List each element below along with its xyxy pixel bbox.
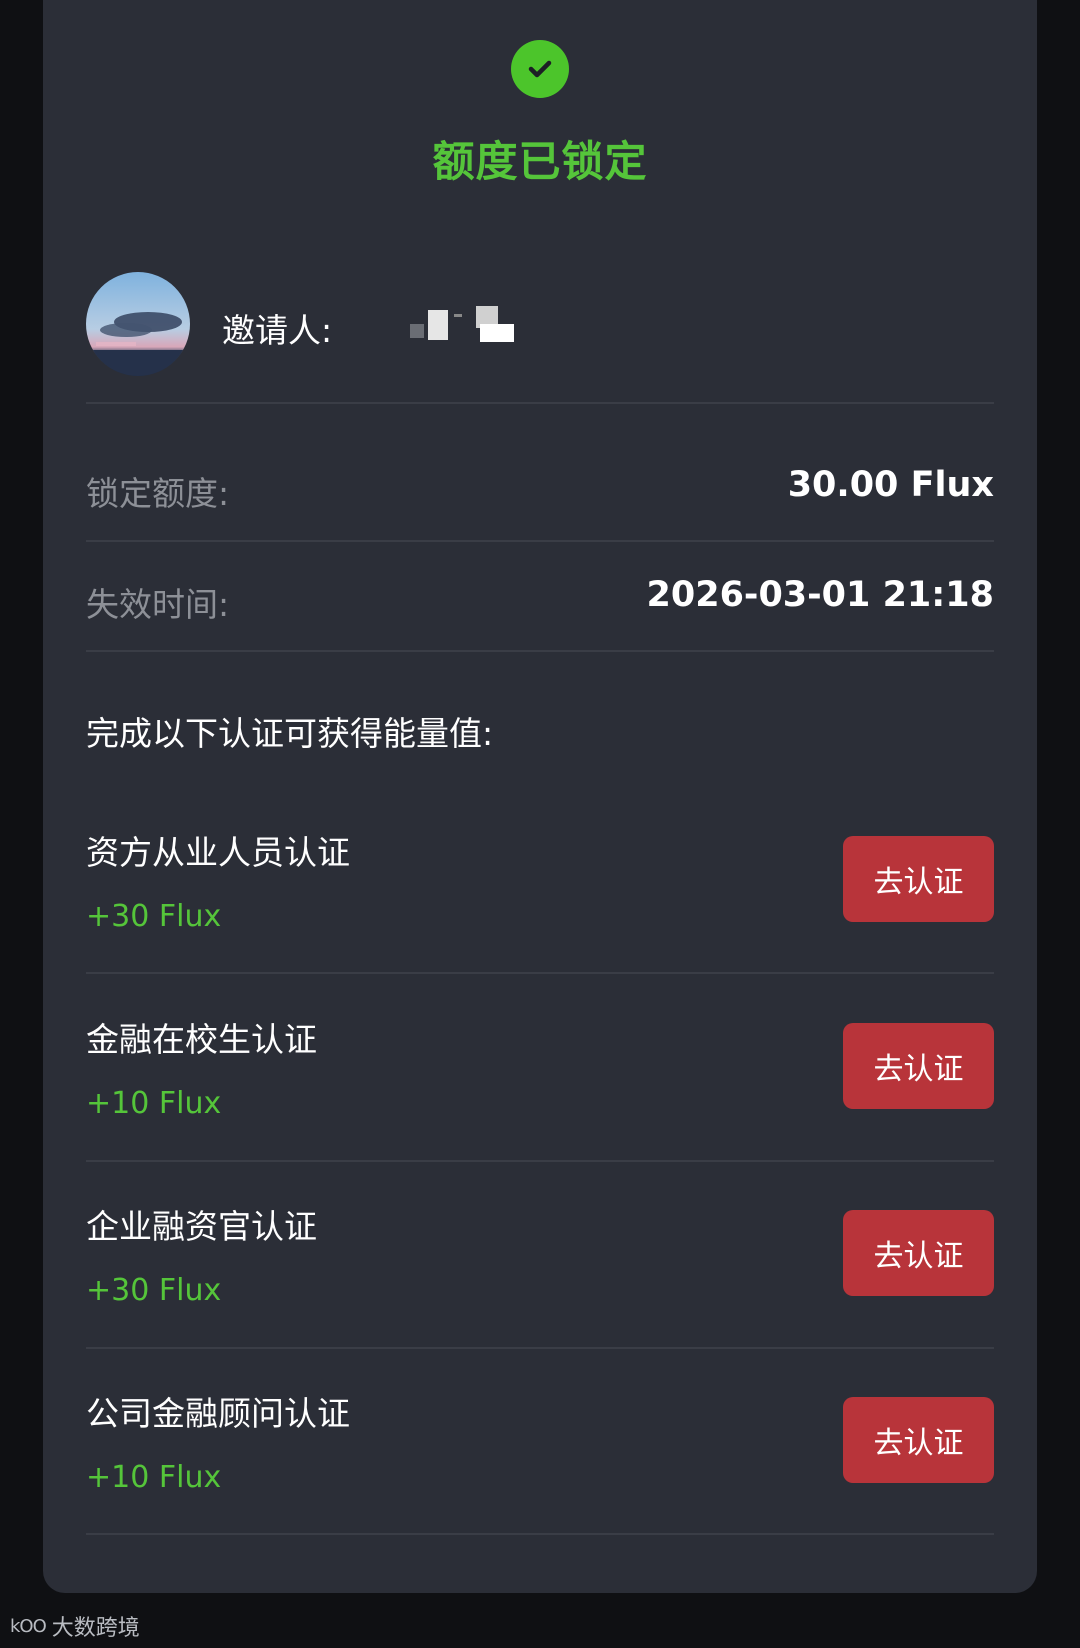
divider: [86, 1347, 994, 1349]
cert-reward: +30 Flux: [86, 1273, 222, 1308]
watermark-logo: kOO: [10, 1615, 47, 1637]
verify-button[interactable]: 去认证: [843, 1210, 994, 1296]
verify-button[interactable]: 去认证: [843, 836, 994, 922]
expire-time-value: 2026-03-01 21:18: [646, 575, 994, 615]
divider: [86, 1160, 994, 1162]
divider: [86, 650, 994, 652]
divider: [86, 402, 994, 404]
divider: [86, 1533, 994, 1535]
inviter-avatar: [86, 272, 190, 376]
verify-button[interactable]: 去认证: [843, 1397, 994, 1483]
inviter-row: 邀请人:: [86, 272, 994, 402]
inviter-name-redacted: [410, 302, 520, 346]
locked-amount-label: 锁定额度:: [86, 474, 230, 513]
cert-reward: +10 Flux: [86, 1460, 222, 1495]
cert-name: 金融在校生认证: [86, 1020, 317, 1059]
cert-name: 公司金融顾问认证: [86, 1394, 350, 1433]
status-title: 额度已锁定: [432, 137, 648, 186]
inviter-label: 邀请人:: [222, 311, 333, 350]
cert-reward: +10 Flux: [86, 1086, 222, 1121]
divider: [86, 540, 994, 542]
watermark-text: 大数跨境: [51, 1616, 140, 1641]
cert-reward: +30 Flux: [86, 899, 222, 934]
watermark: kOO 大数跨境: [10, 1610, 140, 1642]
expire-time-label: 失效时间:: [86, 585, 230, 624]
check-circle-icon: [511, 40, 569, 98]
lock-result-card: 额度已锁定 邀请人: 锁定额度: 30.00 Flux 失效时间: 2026-0…: [43, 0, 1037, 1593]
cert-name: 企业融资官认证: [86, 1207, 317, 1246]
section-title: 完成以下认证可获得能量值:: [86, 714, 494, 753]
verify-button[interactable]: 去认证: [843, 1023, 994, 1109]
cert-name: 资方从业人员认证: [86, 833, 350, 872]
locked-amount-value: 30.00 Flux: [787, 465, 994, 505]
divider: [86, 972, 994, 974]
